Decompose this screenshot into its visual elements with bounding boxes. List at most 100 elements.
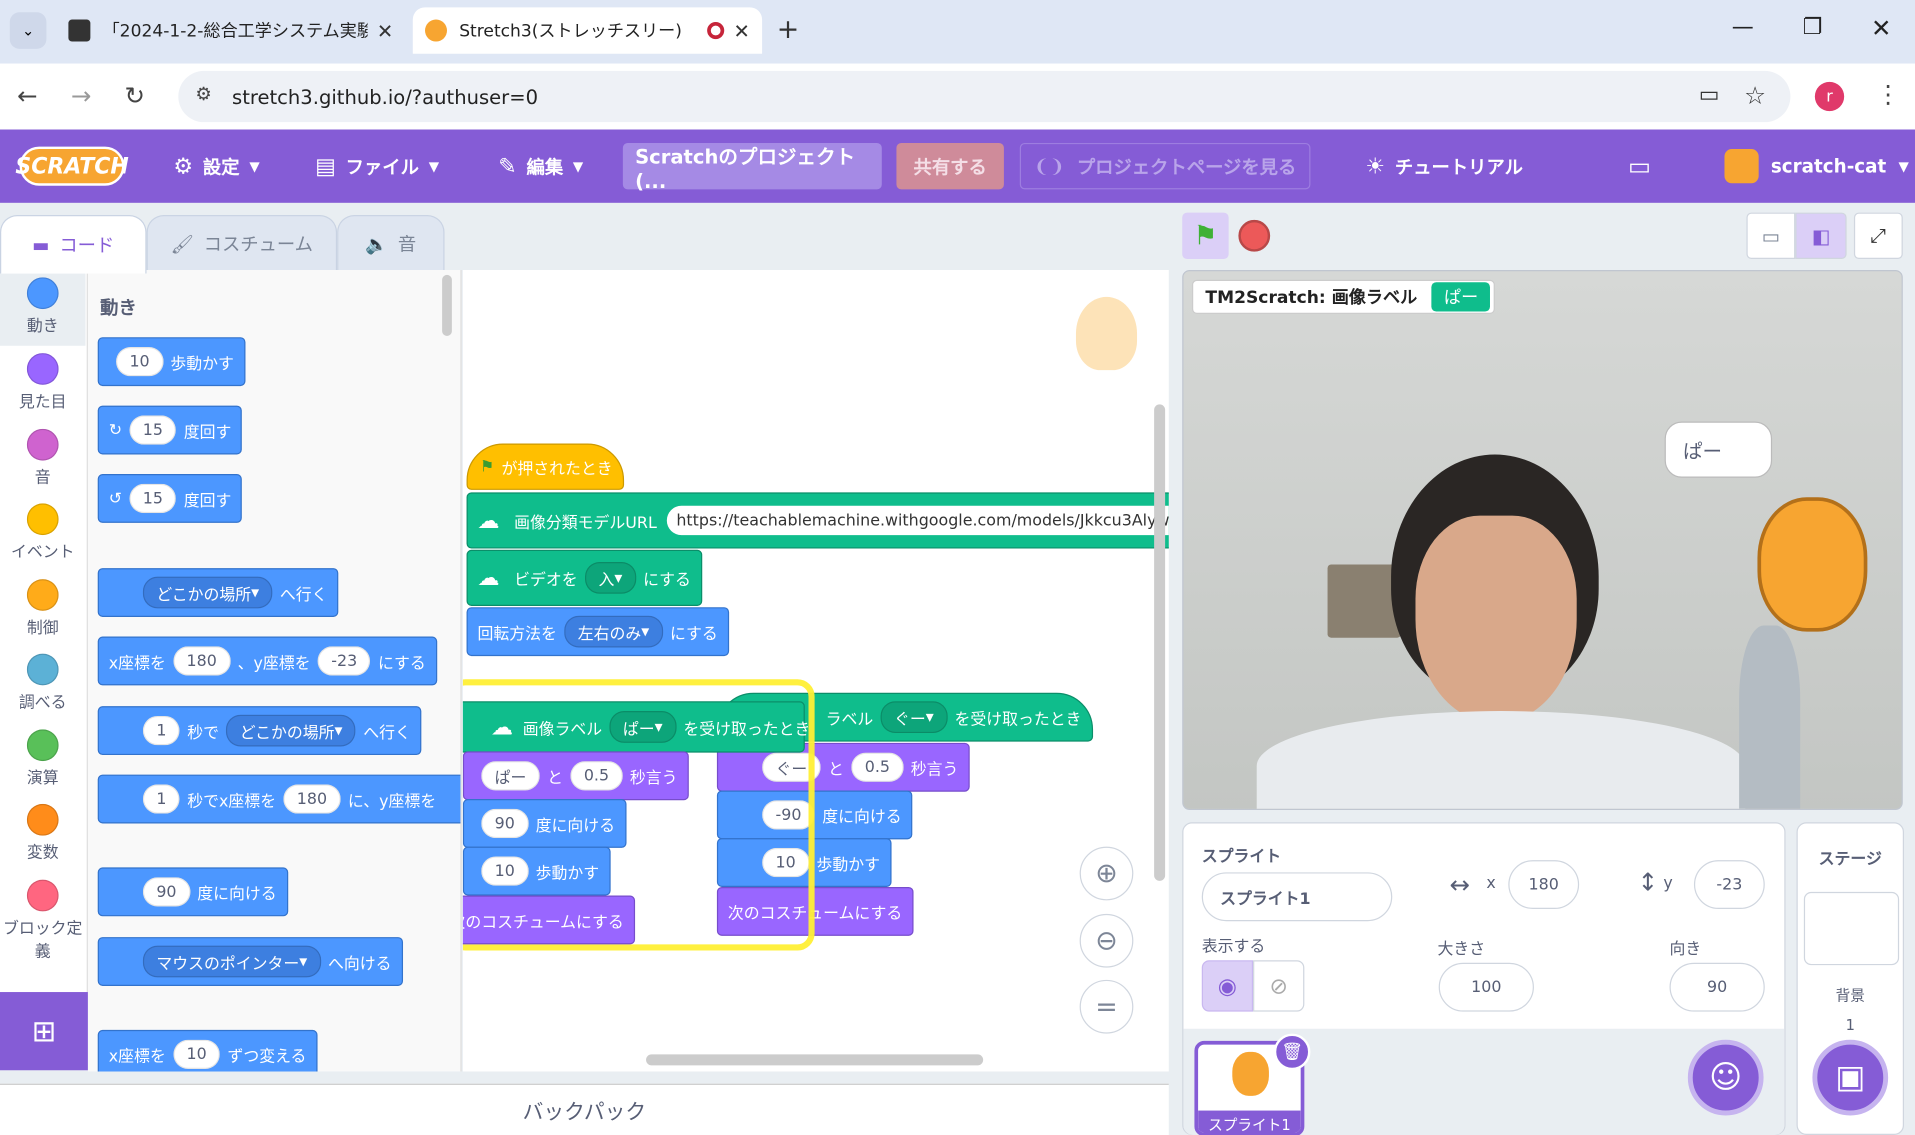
new-tab-icon[interactable]: + <box>777 15 800 46</box>
category-control[interactable]: 制御 <box>0 572 85 638</box>
hide-sprite-button[interactable]: ⊘ <box>1253 960 1305 1012</box>
block-glide-xy[interactable]: 1 秒でx座標を 180 に、y座標を <box>97 774 461 824</box>
block-video-toggle[interactable]: ☁ ビデオを入 ▾ にする <box>466 549 702 606</box>
block-move-steps[interactable]: 10 歩動かす <box>97 337 245 387</box>
stage-canvas[interactable] <box>1182 270 1903 811</box>
small-stage-button[interactable]: ▭ <box>1746 212 1796 260</box>
scratch-cat-sprite[interactable] <box>1757 497 1868 632</box>
y-input[interactable]: -23 <box>1693 860 1765 909</box>
reload-icon[interactable]: ↻ <box>125 81 145 110</box>
category-motion[interactable]: 動き <box>0 270 86 346</box>
point-towards-dropdown[interactable]: マウスのポインター ▾ <box>142 945 321 978</box>
block-glide[interactable]: 1 秒で どこかの場所 ▾ へ行く <box>97 706 422 756</box>
block-turn-left[interactable]: ↺ 15 度回す <box>97 474 243 523</box>
tab-code[interactable]: ▬ コード <box>0 215 147 274</box>
zoom-in-button[interactable]: ⊕ <box>1079 846 1134 901</box>
account-menu[interactable]: scratch-cat ▼ <box>1724 130 1909 203</box>
code-workspace[interactable]: ⚑ が押されたとき ☁ 画像分類モデルURL https://teachablemac… <box>462 270 1169 1072</box>
workspace-horizontal-scrollbar[interactable] <box>646 1054 984 1066</box>
delete-sprite-button[interactable]: 🗑 <box>1273 1033 1311 1071</box>
block-goto-xy[interactable]: x座標を 180 、y座標を -23 にする <box>97 636 437 686</box>
choose-backdrop-button[interactable]: ▣ <box>1812 1039 1889 1116</box>
zoom-out-button[interactable]: ⊖ <box>1079 913 1134 968</box>
close-tab-icon[interactable]: ✕ <box>377 19 393 42</box>
file-icon: ▤ <box>315 153 336 179</box>
block-goto[interactable]: どこかの場所 ▾ へ行く <box>97 568 339 617</box>
show-sprite-button[interactable]: ◉ <box>1201 960 1254 1012</box>
glide-dropdown[interactable]: どこかの場所 ▾ <box>226 714 356 747</box>
block-when-flag-clicked[interactable]: ⚑ が押されたとき <box>466 443 624 490</box>
category-sound-icon <box>26 428 59 461</box>
palette-scrollbar[interactable] <box>442 274 452 336</box>
rotate-left-icon: ↺ <box>108 489 123 508</box>
close-tab-icon[interactable]: ✕ <box>734 19 750 42</box>
category-operators-icon <box>26 729 59 762</box>
category-operators[interactable]: 演算 <box>0 722 85 788</box>
tab-sounds[interactable]: 🔈 音 <box>337 215 445 272</box>
category-sound[interactable]: 音 <box>0 422 85 487</box>
profile-avatar[interactable]: r <box>1814 81 1845 112</box>
project-title-input[interactable]: Scratchのプロジェクト (... <box>622 142 882 192</box>
block-move-pa[interactable]: 10 歩動かす <box>462 846 611 896</box>
goto-dropdown[interactable]: どこかの場所 ▾ <box>142 576 273 609</box>
minimize-icon[interactable]: — <box>1732 15 1754 41</box>
block-next-costume-pa[interactable]: 次のコスチュームにする <box>462 895 635 945</box>
my-stuff-folder-icon[interactable]: ▭ <box>1628 130 1651 203</box>
see-project-page-button[interactable]: ❨❩ プロジェクトページを見る <box>1019 142 1311 190</box>
rotation-style-dropdown[interactable]: 左右のみ ▾ <box>564 615 663 648</box>
block-when-label-received-pa[interactable]: ☁ 画像ラベル ぱー ▾ を受け取ったとき <box>462 701 810 753</box>
stop-button[interactable] <box>1238 219 1271 252</box>
category-variables[interactable]: 変数 <box>0 797 85 863</box>
restore-icon[interactable]: ❐ <box>1803 15 1823 41</box>
tab-search-icon[interactable]: ⌄ <box>9 12 47 49</box>
block-turn-right[interactable]: ↻ 15 度回す <box>97 405 243 455</box>
direction-input[interactable]: 90 <box>1669 962 1765 1012</box>
site-info-icon[interactable]: ⚙ <box>195 83 211 105</box>
block-say-pa[interactable]: ぱーと 0.5 秒言う <box>462 751 689 801</box>
size-input[interactable]: 100 <box>1438 962 1534 1012</box>
block-point-towards[interactable]: マウスのポインター ▾ へ向ける <box>97 937 403 986</box>
fullscreen-button[interactable]: ⤢ <box>1853 212 1903 260</box>
workspace-vertical-scrollbar[interactable] <box>1154 404 1166 881</box>
browser-menu-icon[interactable]: ⋮ <box>1876 79 1900 108</box>
edit-menu[interactable]: ✎ 編集 ▼ <box>498 130 583 203</box>
stage-thumbnail[interactable] <box>1803 891 1900 966</box>
block-change-x[interactable]: x座標を 10 ずつ変える <box>97 1029 318 1072</box>
video-dropdown[interactable]: 入 ▾ <box>585 562 636 594</box>
bookmark-star-icon[interactable]: ☆ <box>1744 81 1766 110</box>
cast-icon[interactable]: ▭ <box>1699 82 1720 108</box>
label-dropdown-gu[interactable]: ぐー ▾ <box>880 701 948 734</box>
block-model-url[interactable]: ☁ 画像分類モデルURL https://teachablemachine.with… <box>466 492 1169 549</box>
category-my-blocks[interactable]: ブロック定義 <box>0 872 85 962</box>
category-sensing[interactable]: 調べる <box>0 646 85 712</box>
settings-menu[interactable]: ⚙ 設定 ▼ <box>173 130 259 203</box>
x-input[interactable]: 180 <box>1508 860 1580 909</box>
add-extension-button[interactable]: ⊞ <box>0 992 88 1071</box>
palette-heading: 動き <box>100 296 137 319</box>
category-events[interactable]: イベント <box>0 496 85 562</box>
zoom-reset-button[interactable]: = <box>1079 979 1134 1034</box>
file-menu[interactable]: ▤ ファイル ▼ <box>315 130 439 203</box>
sprite-name-input[interactable]: スプライト1 <box>1201 872 1393 922</box>
block-point-direction[interactable]: 90 度に向ける <box>97 867 288 917</box>
green-flag-button[interactable]: ⚑ <box>1182 212 1229 260</box>
share-button[interactable]: 共有する <box>896 142 1004 190</box>
tab-costumes[interactable]: 🖌 コスチューム <box>146 215 338 272</box>
browser-tab-2[interactable]: Stretch3(ストレッチスリー) ✕ <box>412 7 763 54</box>
window-close-icon[interactable]: ✕ <box>1871 13 1891 42</box>
back-icon[interactable]: ← <box>17 81 37 110</box>
zoom-reset-icon: = <box>1095 991 1118 1022</box>
choose-sprite-button[interactable]: ☺ <box>1687 1039 1764 1116</box>
forward-icon[interactable]: → <box>71 81 91 110</box>
large-stage-button[interactable]: ◧ <box>1795 212 1847 260</box>
browser-tab-1[interactable]: 「2024-1-2-総合工学システム実験 ✕ <box>56 7 405 53</box>
category-looks[interactable]: 見た目 <box>0 346 85 412</box>
tutorials-button[interactable]: ☀ チュートリアル <box>1365 130 1523 203</box>
scratch-logo[interactable]: SCRATCH <box>15 146 129 186</box>
user-avatar <box>1724 149 1759 184</box>
block-rotation-style[interactable]: 回転方法を 左右のみ ▾ にする <box>466 607 729 657</box>
block-point-pa[interactable]: 90 度に向ける <box>462 799 626 848</box>
label-dropdown-pa[interactable]: ぱー ▾ <box>609 711 677 743</box>
backpack[interactable]: バックパック <box>0 1083 1169 1135</box>
address-bar[interactable]: ⚙ stretch3.github.io/?authuser=0 ▭ ☆ <box>178 70 1791 123</box>
